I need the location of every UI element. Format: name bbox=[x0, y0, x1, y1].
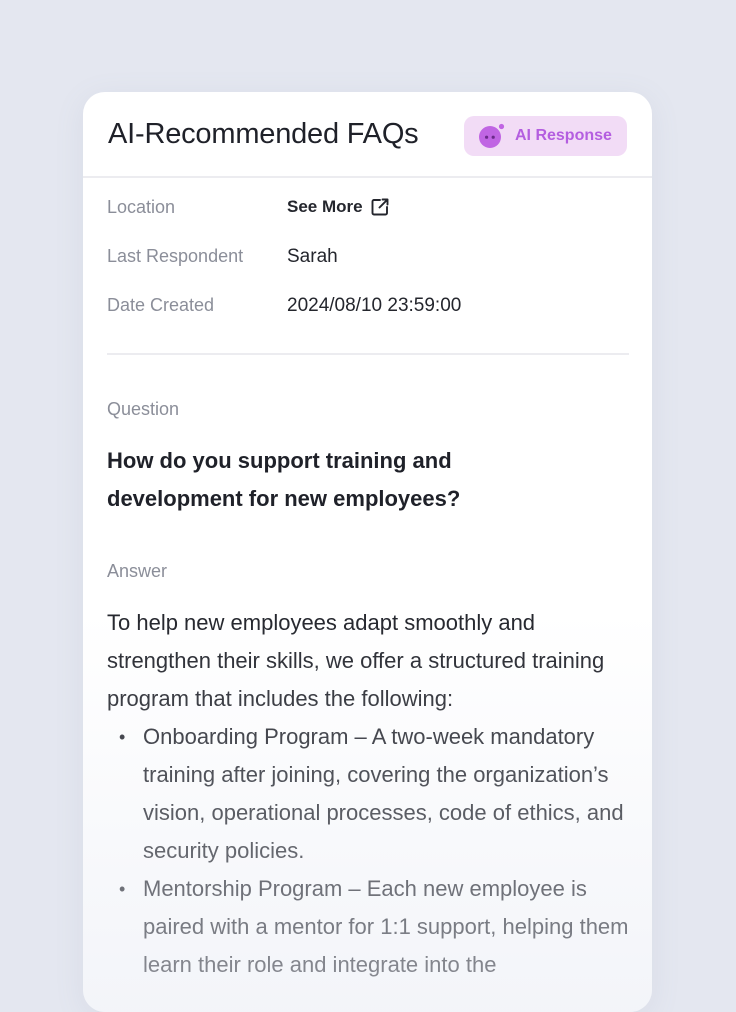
card-title: AI-Recommended FAQs bbox=[108, 118, 419, 150]
ai-response-badge[interactable]: AI Response bbox=[464, 116, 627, 156]
meta-row-respondent: Last Respondent Sarah bbox=[107, 246, 629, 295]
see-more-link[interactable]: See More bbox=[287, 197, 390, 217]
list-item: • Mentorship Program – Each new employee… bbox=[107, 870, 632, 984]
answer-label: Answer bbox=[107, 561, 168, 581]
section-divider bbox=[107, 353, 629, 355]
meta-row-location: Location See More bbox=[107, 197, 629, 246]
meta-row-date: Date Created 2024/08/10 23:59:00 bbox=[107, 295, 629, 344]
faq-card: AI-Recommended FAQs AI Response Location… bbox=[83, 92, 652, 1012]
date-created-value: 2024/08/10 23:59:00 bbox=[287, 295, 462, 316]
list-item-text: Mentorship Program – Each new employee i… bbox=[143, 876, 629, 977]
ai-bot-icon bbox=[479, 123, 505, 148]
last-respondent-value: Sarah bbox=[287, 246, 338, 267]
answer-intro: To help new employees adapt smoothly and… bbox=[107, 610, 605, 711]
see-more-label: See More bbox=[287, 197, 363, 216]
question-label: Question bbox=[107, 399, 180, 419]
metadata-list: Location See More Last Respondent Sarah … bbox=[107, 197, 629, 344]
list-item-text: Onboarding Program – A two-week mandator… bbox=[143, 724, 624, 863]
ai-response-label: AI Response bbox=[515, 127, 612, 144]
date-created-label: Date Created bbox=[107, 295, 215, 315]
external-link-icon bbox=[371, 198, 389, 216]
answer-list: • Onboarding Program – A two-week mandat… bbox=[107, 718, 632, 984]
list-item: • Onboarding Program – A two-week mandat… bbox=[107, 718, 632, 870]
bullet: • bbox=[119, 879, 126, 899]
location-label: Location bbox=[107, 197, 176, 217]
card-header: AI-Recommended FAQs AI Response bbox=[83, 92, 652, 178]
bullet: • bbox=[119, 727, 126, 747]
last-respondent-label: Last Respondent bbox=[107, 246, 244, 266]
question-text: How do you support training and developm… bbox=[107, 448, 461, 511]
